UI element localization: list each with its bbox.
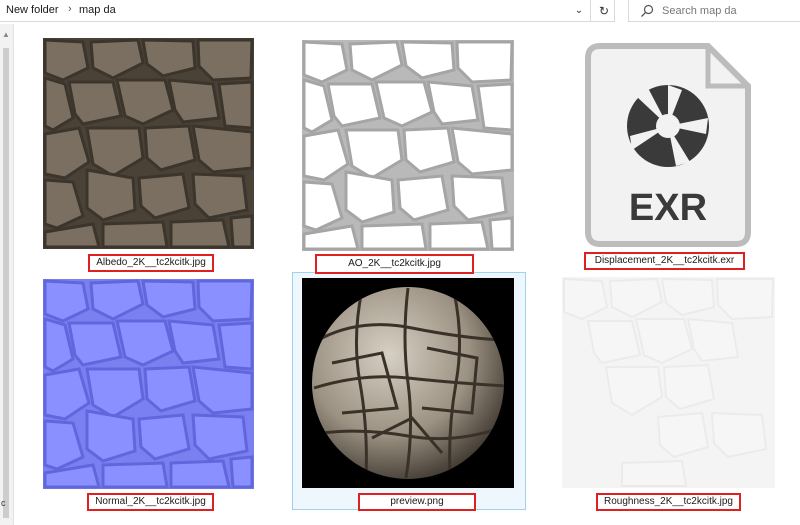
roughness-thumbnail[interactable] xyxy=(562,277,775,488)
refresh-icon[interactable]: ↻ xyxy=(596,2,612,20)
file-name-label[interactable]: AO_2K__tc2kcitk.jpg xyxy=(315,254,474,274)
normal-thumbnail[interactable] xyxy=(43,279,254,489)
exr-file-icon[interactable]: EXR xyxy=(584,42,752,248)
address-divider xyxy=(590,0,591,22)
exr-icon-text: EXR xyxy=(629,187,707,229)
scroll-up-arrow-icon[interactable]: ▲ xyxy=(2,30,10,39)
search-input[interactable] xyxy=(662,3,792,19)
file-name-label[interactable]: Displacement_2K__tc2kcitk.exr xyxy=(584,252,745,270)
breadcrumb-parent[interactable]: New folder xyxy=(6,4,59,16)
chevron-down-icon[interactable]: ⌄ xyxy=(571,2,587,20)
preview-thumbnail[interactable] xyxy=(302,278,514,488)
scrollbar-thumb[interactable] xyxy=(3,48,9,518)
albedo-thumbnail[interactable] xyxy=(43,38,254,249)
breadcrumb-current[interactable]: map da xyxy=(79,4,116,16)
chevron-right-icon[interactable]: › xyxy=(68,3,72,15)
file-name-label[interactable]: Roughness_2K__tc2kcitk.jpg xyxy=(596,493,741,511)
file-name-label[interactable]: preview.png xyxy=(358,493,476,511)
file-name-label[interactable]: Albedo_2K__tc2kcitk.jpg xyxy=(88,254,214,272)
file-name-label[interactable]: Normal_2K__tc2kcitk.jpg xyxy=(87,493,214,511)
scrollbar[interactable]: ▲ xyxy=(0,24,14,525)
search-box[interactable] xyxy=(628,0,800,22)
search-icon xyxy=(641,4,654,17)
ao-thumbnail[interactable] xyxy=(302,40,514,251)
top-bar: New folder › map da ⌄ ↻ xyxy=(0,0,800,24)
address-bar[interactable]: New folder › map da ⌄ ↻ xyxy=(0,0,615,22)
stray-character: c xyxy=(1,498,6,508)
